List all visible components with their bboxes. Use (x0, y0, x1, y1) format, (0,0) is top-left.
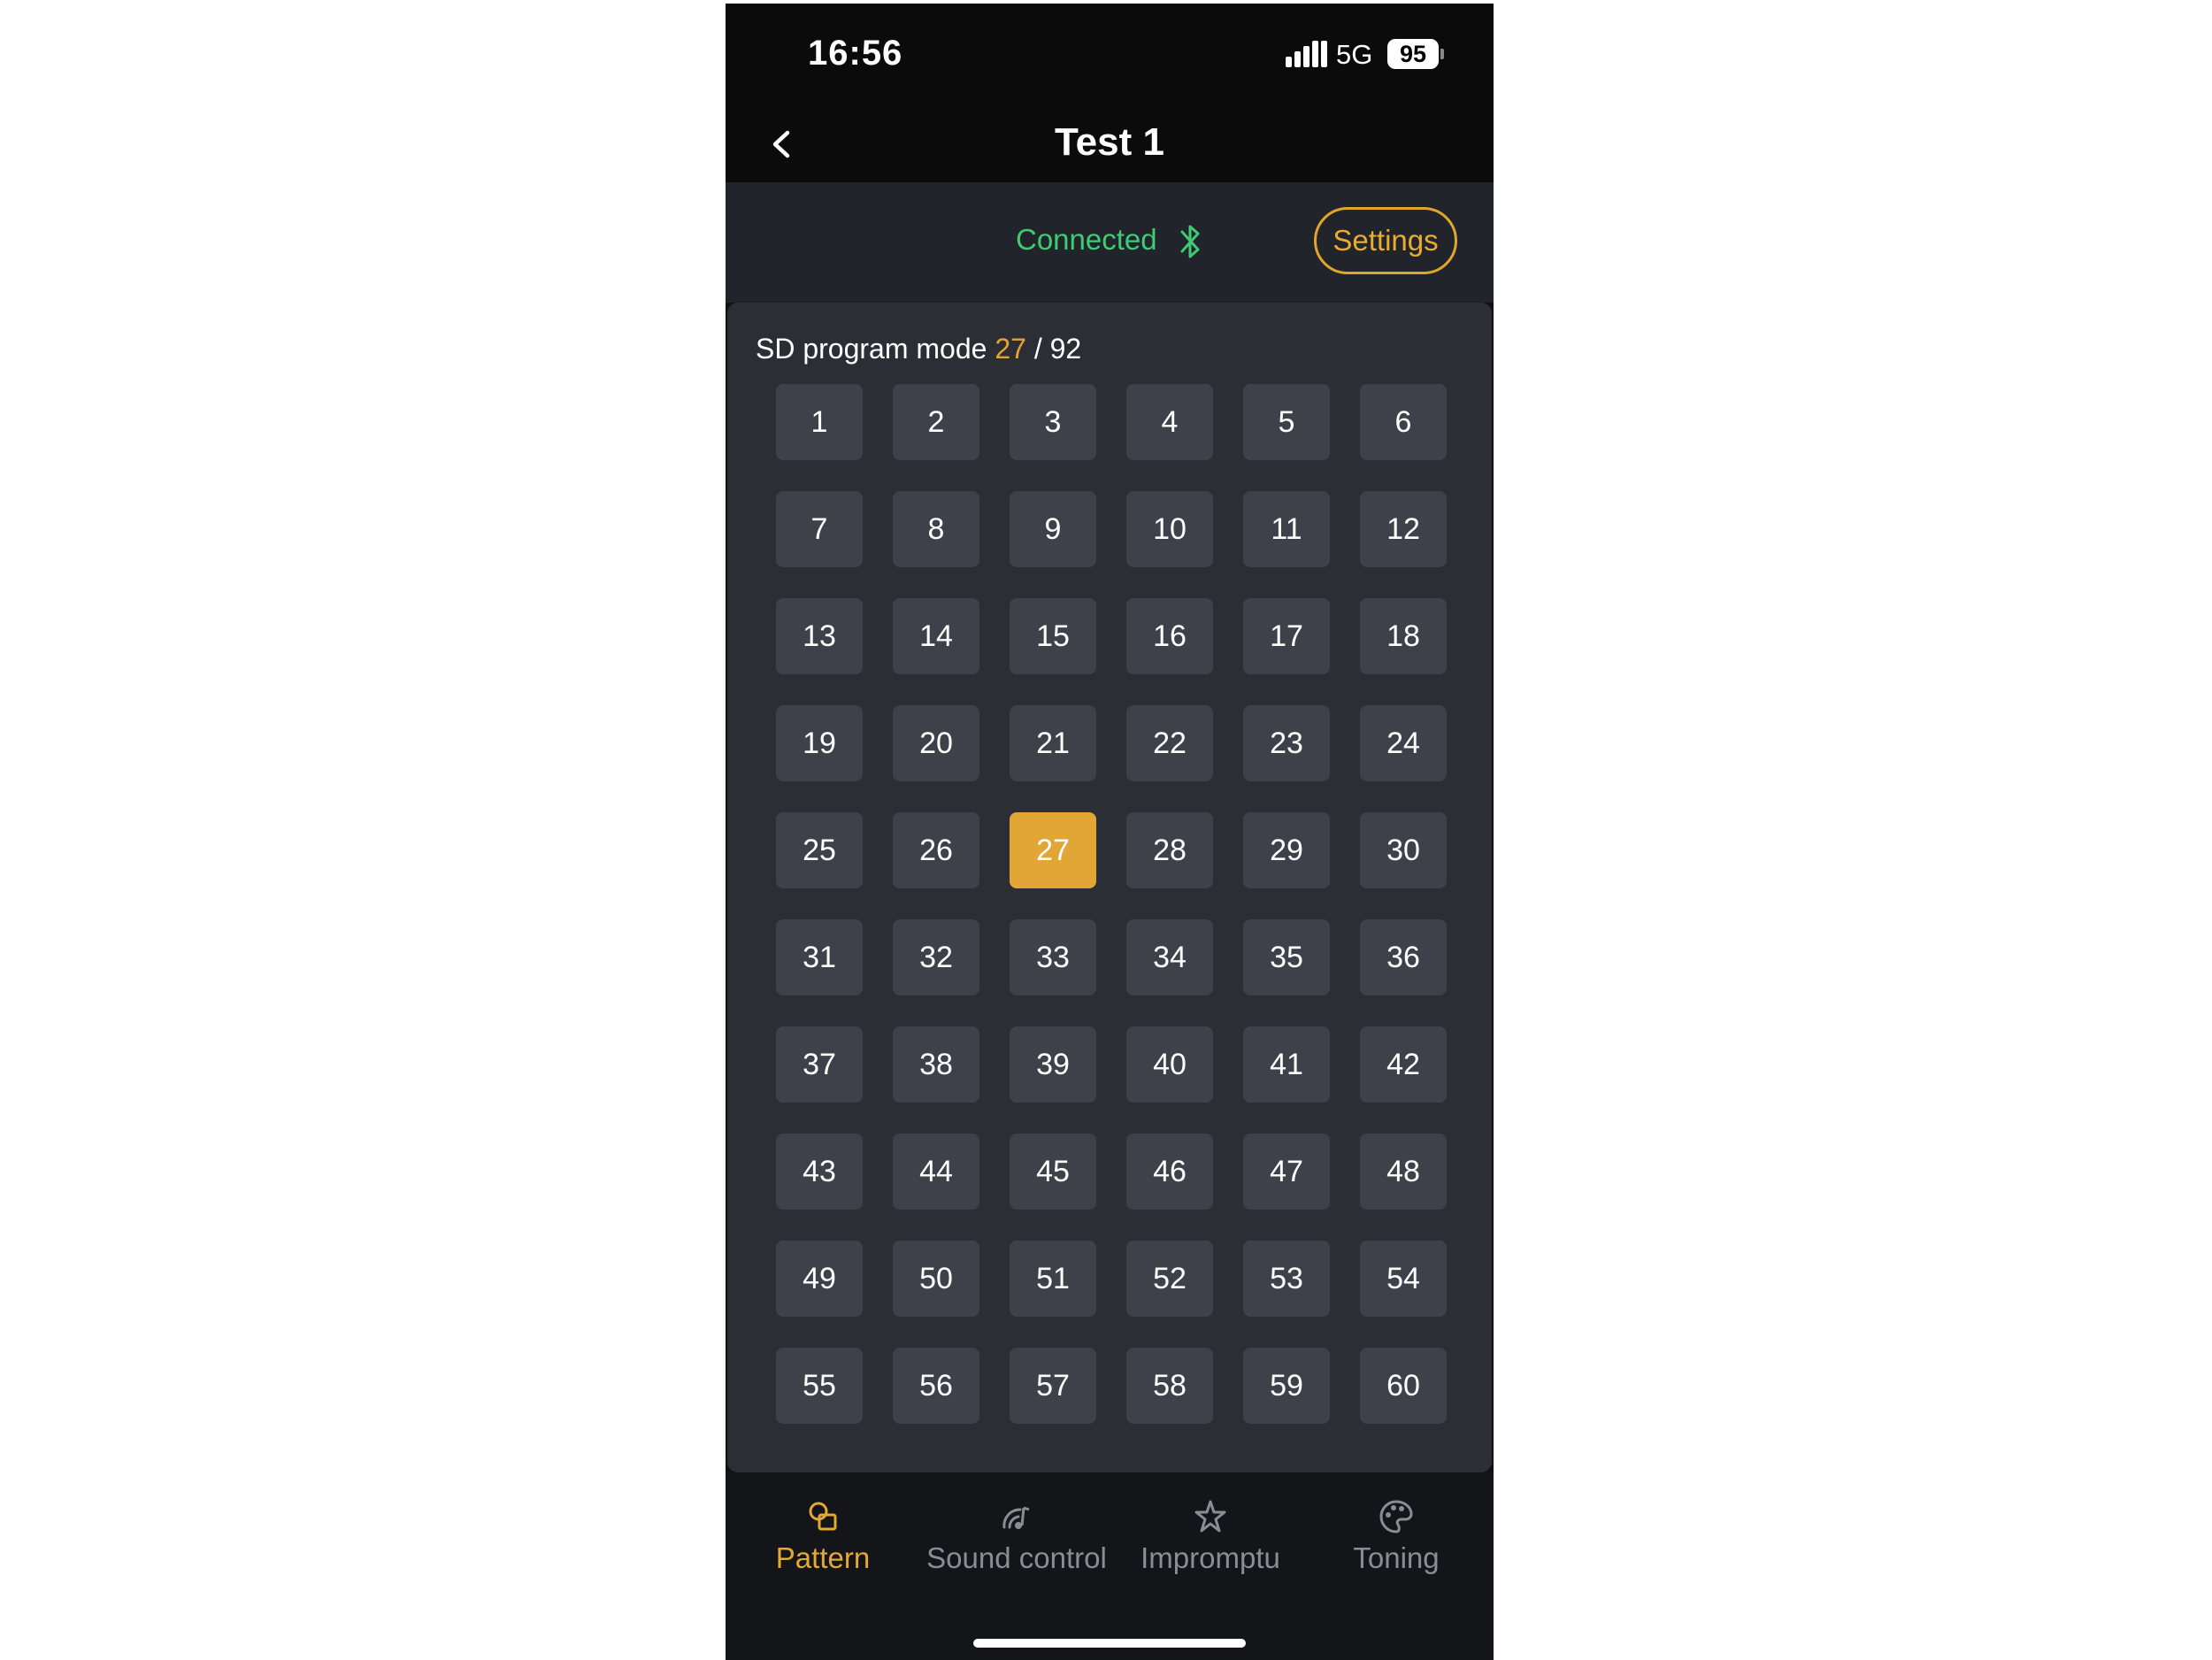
bluetooth-icon (1180, 225, 1200, 258)
tab-label: Toning (1353, 1541, 1440, 1574)
program-button[interactable]: 25 (776, 812, 863, 888)
program-button[interactable]: 39 (1010, 1026, 1096, 1103)
program-button[interactable]: 12 (1360, 491, 1447, 567)
program-button[interactable]: 15 (1010, 598, 1096, 674)
network-type: 5G (1336, 39, 1373, 70)
battery-icon: 95 (1387, 39, 1439, 69)
battery-tip (1440, 49, 1444, 59)
program-button[interactable]: 55 (776, 1348, 863, 1424)
program-button[interactable]: 34 (1126, 919, 1213, 995)
program-button[interactable]: 10 (1126, 491, 1213, 567)
tab-pattern[interactable]: Pattern (726, 1497, 920, 1575)
settings-button[interactable]: Settings (1314, 207, 1457, 274)
program-button[interactable]: 22 (1126, 705, 1213, 781)
home-indicator (973, 1639, 1246, 1648)
program-panel: SD program mode 27 / 92 1 2 3 4 5 6 7 8 9 10 11 12 1… (727, 303, 1492, 1660)
program-button[interactable]: 24 (1360, 705, 1447, 781)
program-button[interactable]: 23 (1243, 705, 1330, 781)
program-button[interactable]: 32 (893, 919, 979, 995)
tab-toning[interactable]: Toning (1299, 1497, 1494, 1575)
tab-sound-control[interactable]: Sound control (919, 1497, 1114, 1575)
program-button[interactable]: 27 (1010, 812, 1096, 888)
connection-status: Connected (1016, 223, 1157, 256)
program-button[interactable]: 20 (893, 705, 979, 781)
cellular-signal-icon (1286, 41, 1328, 67)
program-button[interactable]: 44 (893, 1134, 979, 1210)
program-button[interactable]: 8 (893, 491, 979, 567)
program-button[interactable]: 11 (1243, 491, 1330, 567)
tab-impromptu[interactable]: Impromptu (1113, 1497, 1308, 1575)
program-button[interactable]: 46 (1126, 1134, 1213, 1210)
program-button[interactable]: 26 (893, 812, 979, 888)
program-button[interactable]: 58 (1126, 1348, 1213, 1424)
program-button[interactable]: 29 (1243, 812, 1330, 888)
tab-label: Sound control (926, 1541, 1107, 1574)
program-button[interactable]: 21 (1010, 705, 1096, 781)
toning-icon (1379, 1500, 1413, 1533)
program-button[interactable]: 4 (1126, 384, 1213, 460)
program-button[interactable]: 35 (1243, 919, 1330, 995)
program-button[interactable]: 52 (1126, 1241, 1213, 1317)
program-button[interactable]: 56 (893, 1348, 979, 1424)
tab-label: Pattern (775, 1541, 871, 1574)
program-button[interactable]: 60 (1360, 1348, 1447, 1424)
program-button[interactable]: 13 (776, 598, 863, 674)
program-button[interactable]: 7 (776, 491, 863, 567)
program-button[interactable]: 14 (893, 598, 979, 674)
program-button[interactable]: 16 (1126, 598, 1213, 674)
program-button[interactable]: 2 (893, 384, 979, 460)
program-button[interactable]: 43 (776, 1134, 863, 1210)
program-button[interactable]: 54 (1360, 1241, 1447, 1317)
bottom-tab-bar: Pattern Sound control Impromptu Toning (726, 1472, 1494, 1660)
program-button[interactable]: 59 (1243, 1348, 1330, 1424)
status-time: 16:56 (808, 34, 903, 73)
program-button[interactable]: 19 (776, 705, 863, 781)
program-button[interactable]: 36 (1360, 919, 1447, 995)
mode-label: SD program mode (756, 333, 987, 365)
program-button[interactable]: 28 (1126, 812, 1213, 888)
program-button[interactable]: 30 (1360, 812, 1447, 888)
navigation-bar: Test 1 (726, 106, 1494, 182)
impromptu-icon (1194, 1500, 1226, 1533)
program-button[interactable]: 51 (1010, 1241, 1096, 1317)
program-button[interactable]: 17 (1243, 598, 1330, 674)
program-button[interactable]: 40 (1126, 1026, 1213, 1103)
program-button[interactable]: 3 (1010, 384, 1096, 460)
program-mode-label: SD program mode 27 / 92 (756, 333, 1081, 365)
pattern-icon (809, 1502, 837, 1531)
program-button[interactable]: 37 (776, 1026, 863, 1103)
program-button[interactable]: 49 (776, 1241, 863, 1317)
phone-screen: 16:56 5G 95 Test 1 Connected Settings SD… (726, 4, 1494, 1660)
program-button[interactable]: 5 (1243, 384, 1330, 460)
program-button[interactable]: 57 (1010, 1348, 1096, 1424)
program-button[interactable]: 41 (1243, 1026, 1330, 1103)
program-button[interactable]: 6 (1360, 384, 1447, 460)
program-button[interactable]: 45 (1010, 1134, 1096, 1210)
status-bar: 16:56 5G 95 (726, 4, 1494, 106)
program-button[interactable]: 33 (1010, 919, 1096, 995)
connection-row: Connected Settings (726, 182, 1494, 303)
program-separator: / (1033, 333, 1042, 365)
program-button[interactable]: 48 (1360, 1134, 1447, 1210)
program-button[interactable]: 50 (893, 1241, 979, 1317)
total-program-count: 92 (1049, 333, 1082, 365)
tab-label: Impromptu (1141, 1541, 1280, 1574)
current-program-number: 27 (995, 333, 1026, 365)
program-button[interactable]: 53 (1243, 1241, 1330, 1317)
program-button[interactable]: 18 (1360, 598, 1447, 674)
page-title: Test 1 (1055, 120, 1164, 164)
program-button[interactable]: 31 (776, 919, 863, 995)
program-button[interactable]: 1 (776, 384, 863, 460)
program-button[interactable]: 9 (1010, 491, 1096, 567)
sound-control-icon (1002, 1506, 1030, 1529)
program-button[interactable]: 38 (893, 1026, 979, 1103)
program-button[interactable]: 42 (1360, 1026, 1447, 1103)
program-button[interactable]: 47 (1243, 1134, 1330, 1210)
